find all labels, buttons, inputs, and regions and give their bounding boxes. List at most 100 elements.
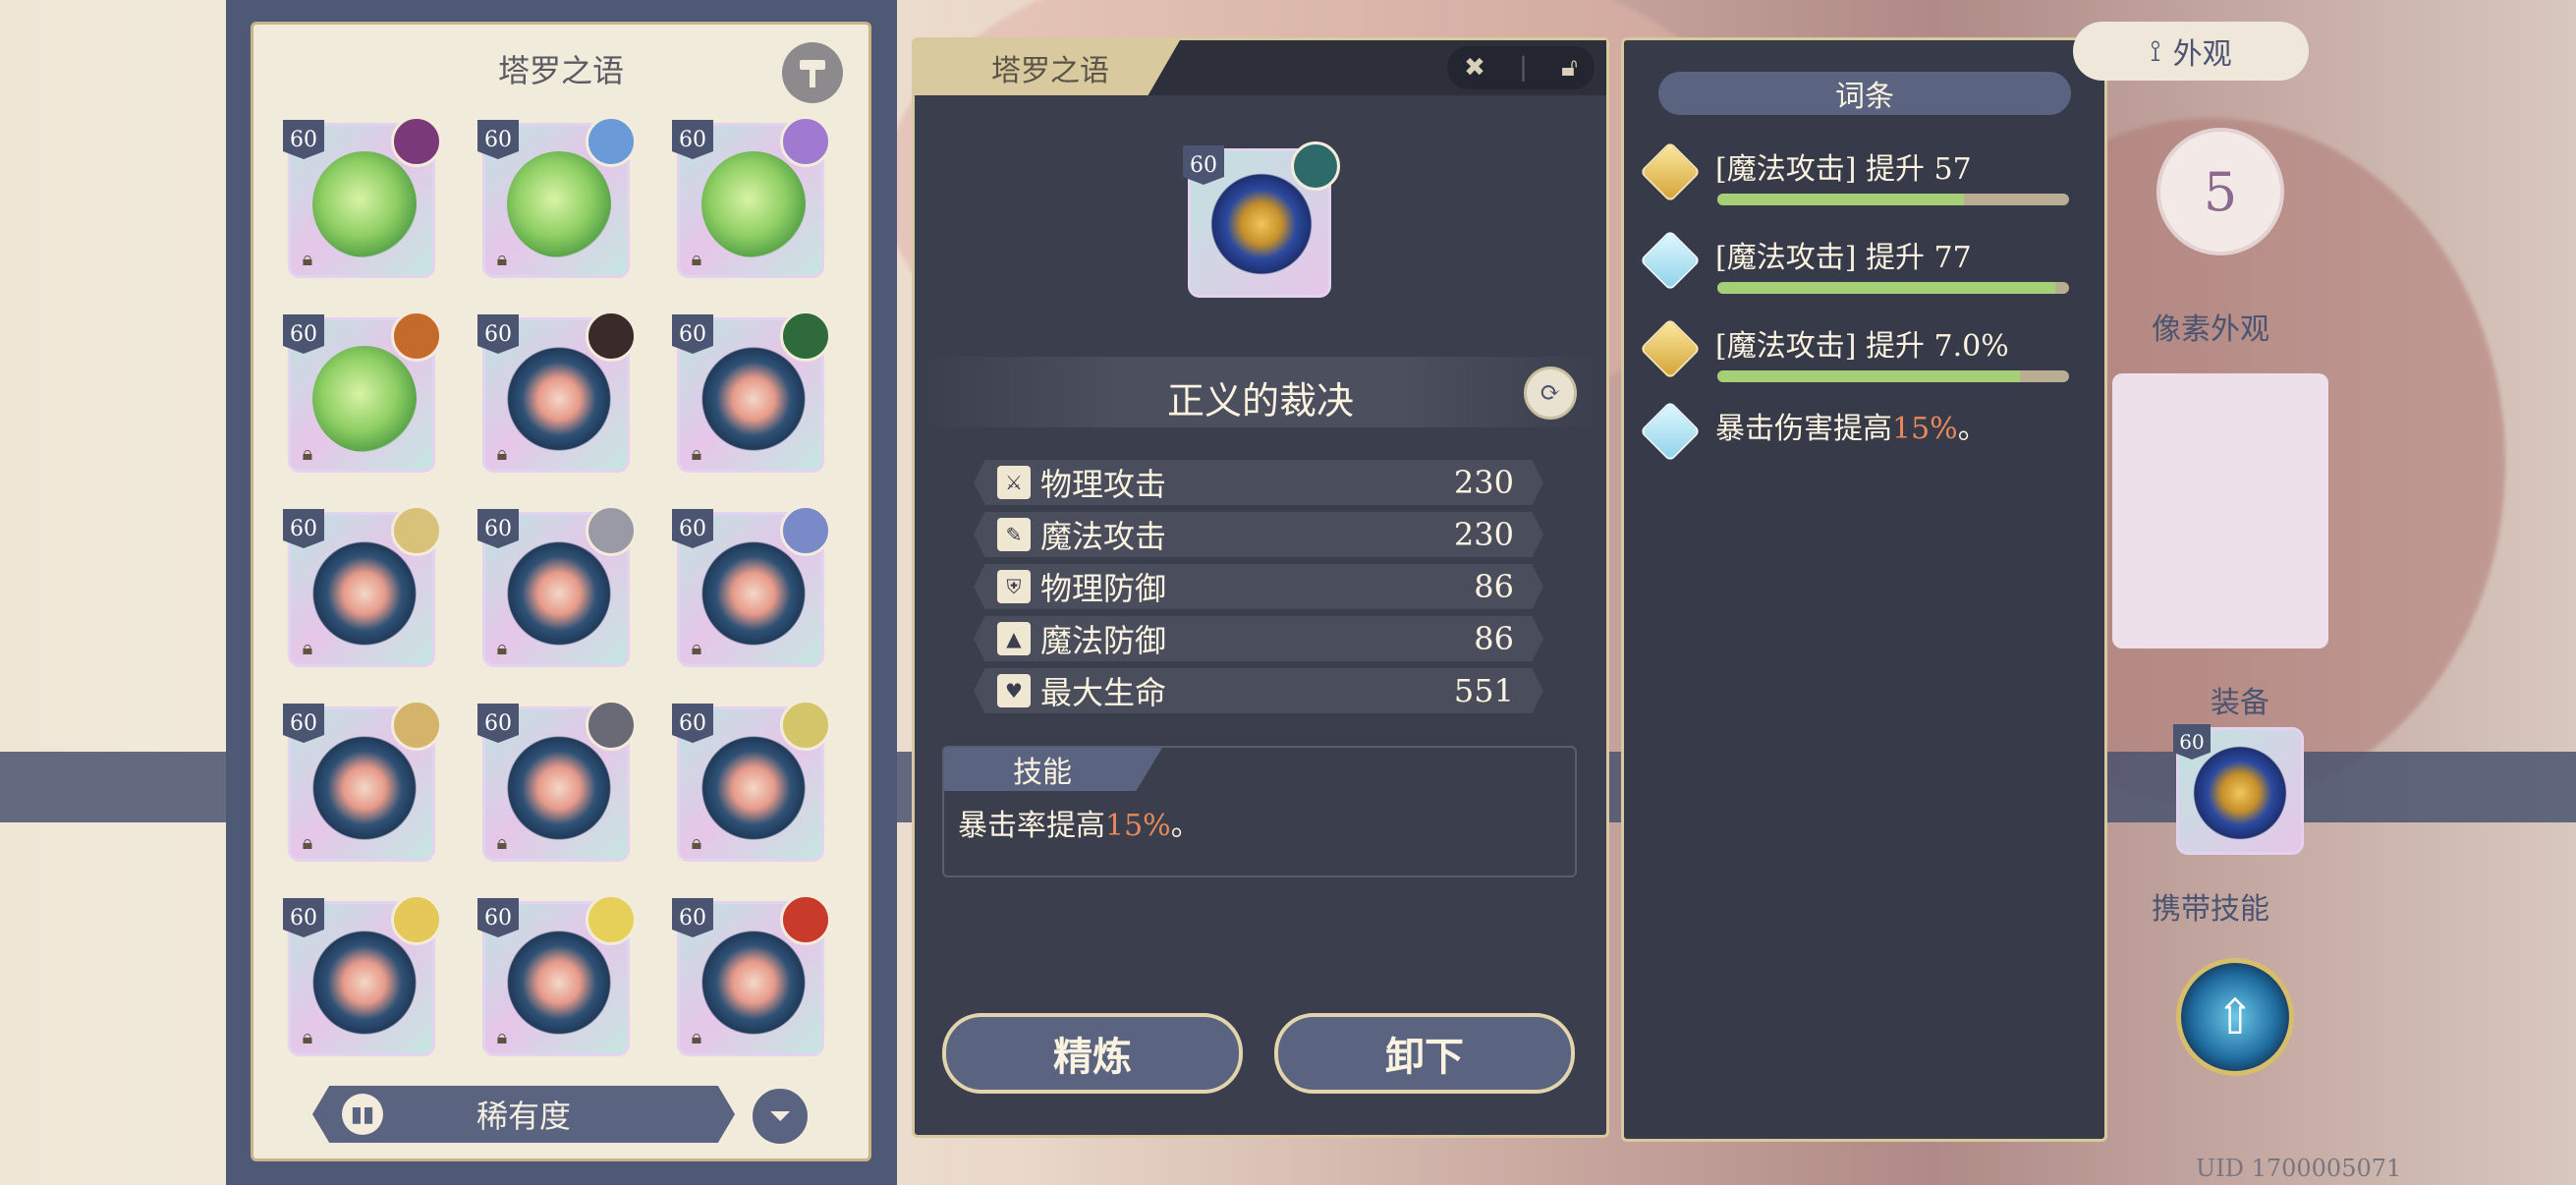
stat-row: ♥ 最大生命 551	[974, 668, 1543, 713]
pixel-character[interactable]	[2112, 373, 2328, 649]
card-art	[312, 151, 417, 257]
inventory-card[interactable]: 60 🔒︎	[283, 700, 442, 862]
lock-icon: 🔒︎	[691, 1025, 702, 1048]
lock-icon: 🔒︎	[691, 636, 702, 659]
card-level-badge: 60	[2173, 724, 2211, 760]
inventory-card[interactable]: 60 🔒︎	[672, 505, 831, 667]
stat-label: 物理攻击	[1040, 466, 1167, 503]
inventory-card[interactable]: 60 🔒︎	[477, 505, 637, 667]
owner-avatar	[586, 310, 637, 362]
pixel-appearance-label: 像素外观	[2152, 312, 2269, 347]
skill-box: 技能 暴击率提高15%。	[942, 746, 1577, 877]
owner-avatar	[780, 116, 831, 167]
filter-button[interactable]: ⏷	[750, 1086, 811, 1147]
inventory-card[interactable]: 60 🔒︎	[283, 894, 442, 1056]
owner-avatar	[391, 505, 442, 556]
card-level-badge: 60	[283, 898, 324, 937]
affix-extra-text: 暴击伤害提高15%。	[1715, 412, 1988, 446]
stat-row: ✎ 魔法攻击 230	[974, 512, 1543, 557]
detail-panel: 塔罗之语 ✖ | 🔓︎ 60 正义的裁决 ⟳ ⚔ 物理攻击 230 ✎ 魔法攻击 230 ⛨…	[912, 37, 1609, 1138]
lock-icon: 🔒︎	[496, 830, 508, 854]
inventory-card[interactable]: 60 🔒︎	[283, 505, 442, 667]
inventory-card[interactable]: 60 🔒︎	[672, 700, 831, 862]
owner-avatar	[391, 116, 442, 167]
stat-label: 物理防御	[1040, 570, 1167, 607]
stat-row: ⛨ 物理防御 86	[974, 564, 1543, 609]
owner-avatar	[391, 700, 442, 751]
card-level-badge: 60	[477, 898, 519, 937]
inventory-panel: 塔罗之语 60 🔒︎ 60 🔒︎ 60 🔒︎ 60 🔒︎ 60 🔒︎ 60 🔒︎ 60 🔒︎ 60 🔒︎ 60 🔒…	[251, 22, 871, 1161]
card-level-badge: 60	[672, 898, 713, 937]
owner-avatar	[780, 894, 831, 945]
card-grid: 60 🔒︎ 60 🔒︎ 60 🔒︎ 60 🔒︎ 60 🔒︎ 60 🔒︎ 60 🔒︎ 60 🔒︎ 60 🔒︎ 60 🔒︎…	[283, 116, 838, 1056]
owner-avatar	[780, 700, 831, 751]
stat-value: 551	[1453, 672, 1514, 709]
inventory-card[interactable]: 60 🔒︎	[477, 700, 637, 862]
stat-label: 魔法防御	[1040, 622, 1167, 659]
carried-skill-icon[interactable]: ⇧	[2176, 958, 2294, 1076]
inventory-card[interactable]: 60 🔒︎	[283, 310, 442, 473]
stat-label: 魔法攻击	[1040, 518, 1167, 555]
appearance-button[interactable]: ⟟ 外观	[2073, 22, 2309, 81]
funnel-icon: ⏷	[768, 1100, 792, 1132]
shield-icon: ⛨	[997, 570, 1031, 603]
card-level-badge: 60	[672, 704, 713, 743]
rank-badge[interactable]: 5	[2156, 128, 2284, 255]
lock-icon: 🔒︎	[302, 636, 313, 659]
owner-avatar	[391, 894, 442, 945]
card-name: 正义的裁决	[1166, 379, 1354, 423]
refine-button[interactable]: 精炼	[942, 1013, 1243, 1094]
card-art	[2193, 746, 2287, 840]
lock-icon: 🔒︎	[496, 636, 508, 659]
selected-card: 60	[1183, 141, 1340, 298]
inventory-card[interactable]: 60 🔒︎	[477, 894, 637, 1056]
affix-text: [魔法攻击] 提升 57	[1715, 152, 1972, 187]
card-level-badge: 60	[477, 120, 519, 159]
owner-avatar	[1291, 141, 1340, 191]
discard-icon[interactable]: ✖	[1464, 53, 1485, 83]
card-level-badge: 60	[477, 509, 519, 548]
skill-tab: 技能	[944, 748, 1162, 791]
card-art	[701, 930, 806, 1036]
card-art	[312, 735, 417, 841]
equip-label: 装备	[2211, 686, 2269, 720]
card-art	[312, 540, 417, 647]
card-level-badge: 60	[672, 509, 713, 548]
owner-avatar	[391, 310, 442, 362]
gold-gem-icon	[1639, 317, 1702, 380]
detail-tab-title: 塔罗之语	[915, 40, 1180, 95]
lock-icon: 🔒︎	[302, 247, 313, 270]
stats-list: ⚔ 物理攻击 230 ✎ 魔法攻击 230 ⛨ 物理防御 86 ▲ 魔法防御 86 ♥ 最大生命 551	[974, 460, 1543, 720]
inventory-card[interactable]: 60 🔒︎	[672, 116, 831, 278]
inventory-card[interactable]: 60 🔒︎	[672, 310, 831, 473]
owner-avatar	[586, 505, 637, 556]
sword-icon: ⚔	[997, 466, 1031, 499]
hammer-button[interactable]	[782, 42, 843, 103]
card-level-badge: 60	[477, 314, 519, 354]
owner-avatar	[586, 894, 637, 945]
unlock-icon[interactable]: 🔓︎	[1561, 53, 1578, 84]
sort-bars-icon: ▮▮	[342, 1094, 383, 1135]
affix-progress-bar	[1717, 370, 2069, 382]
card-art	[507, 930, 611, 1036]
inventory-card[interactable]: 60 🔒︎	[672, 894, 831, 1056]
unequip-button[interactable]: 卸下	[1274, 1013, 1575, 1094]
affix-progress-fill	[1717, 194, 1964, 205]
heart-icon: ♥	[997, 674, 1031, 707]
refresh-icon: ⟳	[1540, 378, 1561, 408]
lock-icon: 🔒︎	[496, 1025, 508, 1048]
hanger-icon: ⟟	[2150, 33, 2161, 69]
affix-progress-bar	[1717, 194, 2069, 205]
card-level-badge: 60	[283, 120, 324, 159]
inventory-card[interactable]: 60 🔒︎	[477, 310, 637, 473]
owner-avatar	[780, 505, 831, 556]
equipped-card[interactable]: 60	[2173, 724, 2304, 855]
refresh-button[interactable]: ⟳	[1524, 367, 1577, 420]
card-art	[1210, 173, 1313, 275]
inventory-card[interactable]: 60 🔒︎	[477, 116, 637, 278]
sort-rarity-button[interactable]: ▮▮ 稀有度	[312, 1086, 735, 1143]
cyan-gem-icon	[1639, 400, 1702, 463]
card-art	[312, 930, 417, 1036]
inventory-card[interactable]: 60 🔒︎	[283, 116, 442, 278]
owner-avatar	[586, 116, 637, 167]
